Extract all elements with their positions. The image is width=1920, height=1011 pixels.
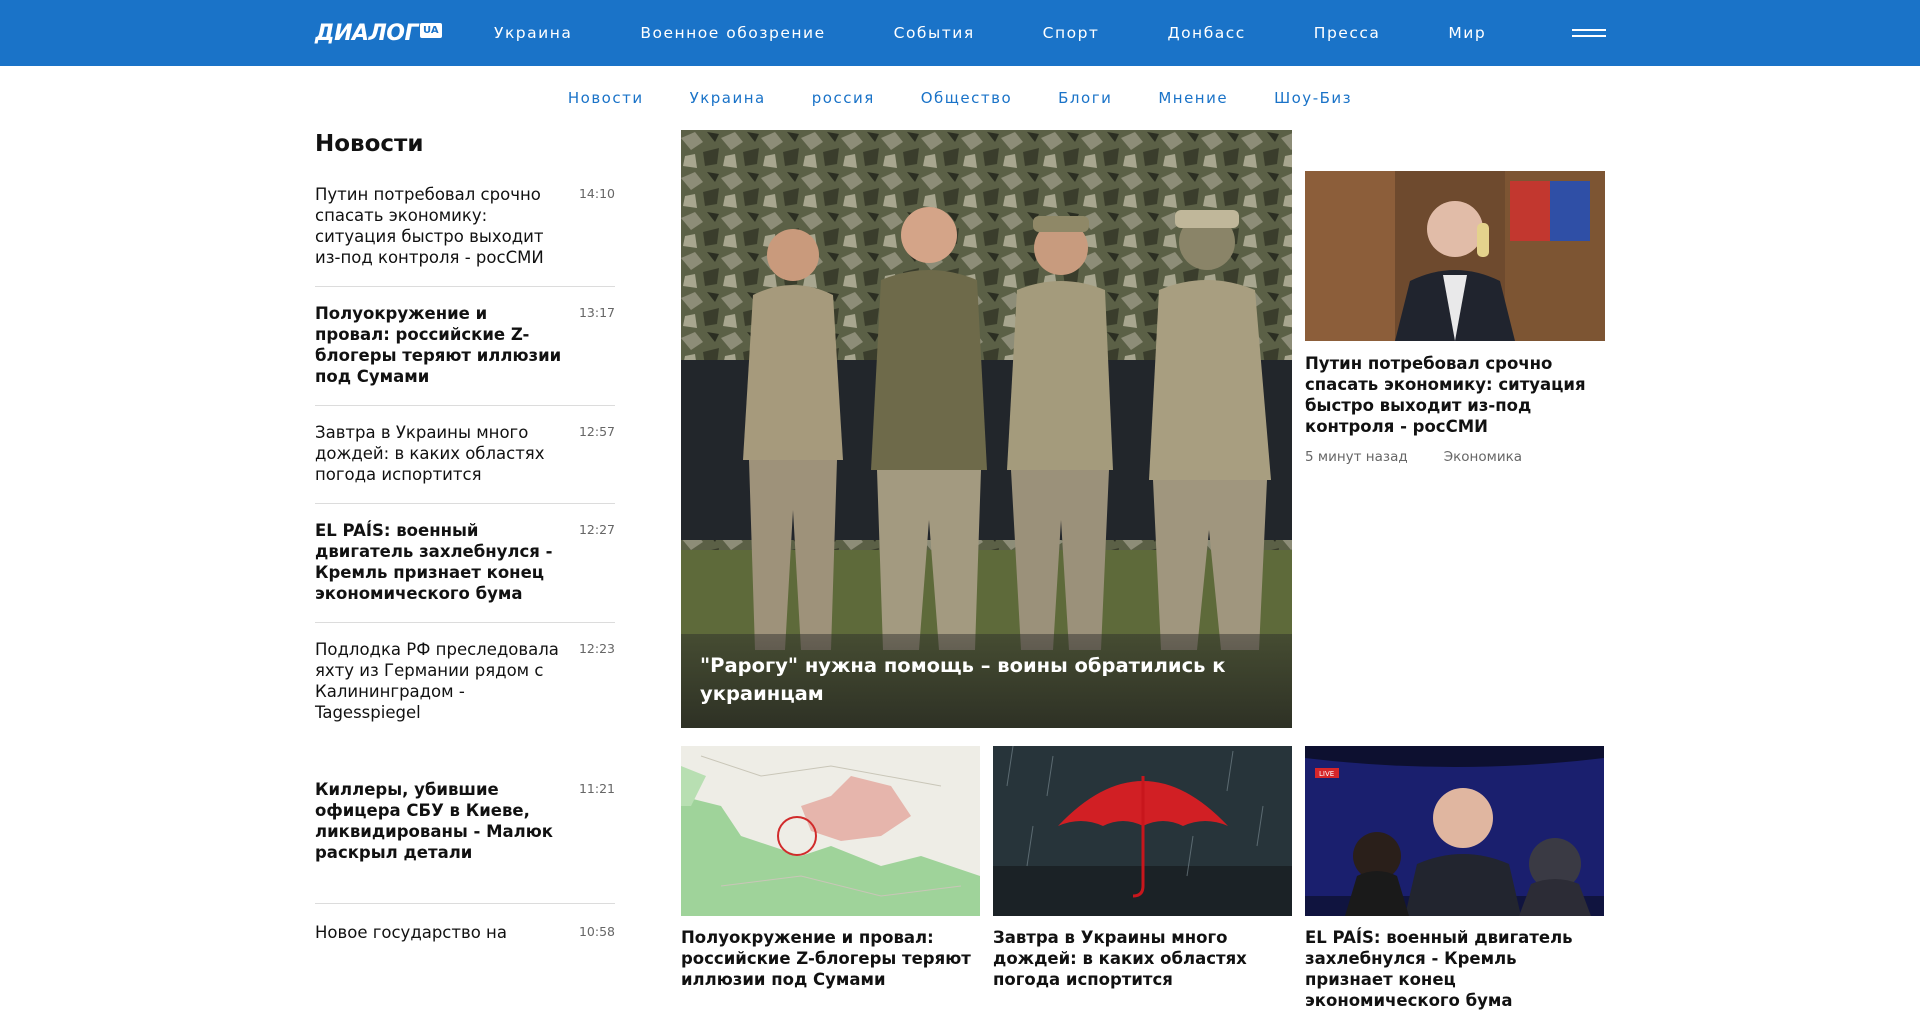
news-list-item[interactable]: Завтра в Украины много дождей: в каких о… [315, 406, 615, 504]
umbrella-image[interactable] [993, 746, 1292, 916]
news-item-time: 13:17 [578, 305, 615, 320]
bottom-article-card[interactable]: LIVE EL PAÍS: военный двигатель захлебну… [1305, 746, 1604, 1011]
main-nav: Украина Военное обозрение События Спорт … [460, 0, 1520, 66]
news-item-time: 12:57 [578, 424, 615, 439]
bottom-article-title[interactable]: EL PAÍS: военный двигатель захлебнулся -… [1305, 927, 1604, 1011]
news-list-item[interactable]: Путин потребовал срочно спасать экономик… [315, 184, 615, 287]
nav-item-military-review[interactable]: Военное обозрение [640, 24, 825, 42]
hero-caption[interactable]: "Рарогу" нужна помощь – воины обратились… [681, 634, 1292, 728]
side-article-time: 5 минут назад [1305, 449, 1408, 465]
live-badge: LIVE [1319, 770, 1334, 778]
side-article-title[interactable]: Путин потребовал срочно спасать экономик… [1305, 353, 1605, 437]
hero-article[interactable]: "Рарогу" нужна помощь – воины обратились… [681, 130, 1292, 728]
sub-nav: Новости Украина россия Общество Блоги Мн… [0, 66, 1920, 130]
nav-item-ukraine[interactable]: Украина [494, 24, 572, 42]
nav-item-sport[interactable]: Спорт [1043, 24, 1100, 42]
subnav-item-blogs[interactable]: Блоги [1058, 89, 1112, 107]
news-feed: Новости Путин потребовал срочно спасать … [315, 130, 615, 961]
side-article-category[interactable]: Экономика [1444, 449, 1522, 465]
logo-badge: UA [420, 22, 442, 38]
subnav-item-society[interactable]: Общество [921, 89, 1012, 107]
subnav-item-opinion[interactable]: Мнение [1158, 89, 1228, 107]
nav-item-world[interactable]: Мир [1448, 24, 1486, 42]
nav-item-donbass[interactable]: Донбасс [1167, 24, 1245, 42]
bottom-article-title[interactable]: Завтра в Украины много дождей: в каких о… [993, 927, 1292, 990]
news-item-headline[interactable]: Полуокружение и провал: российские Z-бло… [315, 303, 565, 387]
site-logo[interactable]: ДИАЛОГ UA [315, 19, 442, 47]
subnav-item-news[interactable]: Новости [568, 89, 644, 107]
news-list-item[interactable]: Киллеры, убившие офицера СБУ в Киеве, ли… [315, 779, 615, 904]
side-article-meta: 5 минут назад Экономика [1305, 449, 1605, 465]
hamburger-menu-icon[interactable] [1572, 29, 1606, 41]
news-item-time: 12:23 [578, 641, 615, 656]
bottom-article-title[interactable]: Полуокружение и провал: российские Z-бло… [681, 927, 980, 990]
news-list-item[interactable]: EL PAÍS: военный двигатель захлебнулся -… [315, 504, 615, 623]
subnav-item-russia[interactable]: россия [812, 89, 875, 107]
nav-item-events[interactable]: События [894, 24, 975, 42]
bottom-article-card[interactable]: Полуокружение и провал: российские Z-бло… [681, 746, 980, 990]
top-navbar: ДИАЛОГ UA Украина Военное обозрение Собы… [0, 0, 1920, 66]
news-item-time: 14:10 [578, 186, 615, 201]
nav-item-press[interactable]: Пресса [1314, 24, 1381, 42]
news-item-headline[interactable]: Подлодка РФ преследовала яхту из Германи… [315, 639, 565, 723]
news-item-headline[interactable]: Завтра в Украины много дождей: в каких о… [315, 422, 565, 485]
news-item-headline[interactable]: Путин потребовал срочно спасать экономик… [315, 184, 565, 268]
news-item-headline[interactable]: EL PAÍS: военный двигатель захлебнулся -… [315, 520, 565, 604]
side-article-image[interactable] [1305, 171, 1605, 341]
logo-text: ДИАЛОГ [315, 20, 419, 46]
news-list-item[interactable]: Полуокружение и провал: российские Z-бло… [315, 287, 615, 406]
news-item-headline[interactable]: Новое государство на [315, 922, 565, 943]
screen-image[interactable]: LIVE [1305, 746, 1604, 916]
news-item-time: 12:27 [578, 522, 615, 537]
side-article-card[interactable]: Путин потребовал срочно спасать экономик… [1305, 171, 1605, 465]
news-list-item[interactable]: Новое государство на 10:58 [315, 904, 615, 961]
news-feed-title: Новости [315, 131, 424, 157]
news-list-item[interactable]: Подлодка РФ преследовала яхту из Германи… [315, 623, 615, 779]
subnav-item-ukraine[interactable]: Украина [690, 89, 766, 107]
news-item-time: 11:21 [578, 781, 615, 796]
subnav-item-showbiz[interactable]: Шоу-Биз [1274, 89, 1352, 107]
news-item-time: 10:58 [578, 924, 615, 939]
news-item-headline[interactable]: Киллеры, убившие офицера СБУ в Киеве, ли… [315, 779, 565, 863]
bottom-article-card[interactable]: Завтра в Украины много дождей: в каких о… [993, 746, 1292, 990]
map-image[interactable] [681, 746, 980, 916]
